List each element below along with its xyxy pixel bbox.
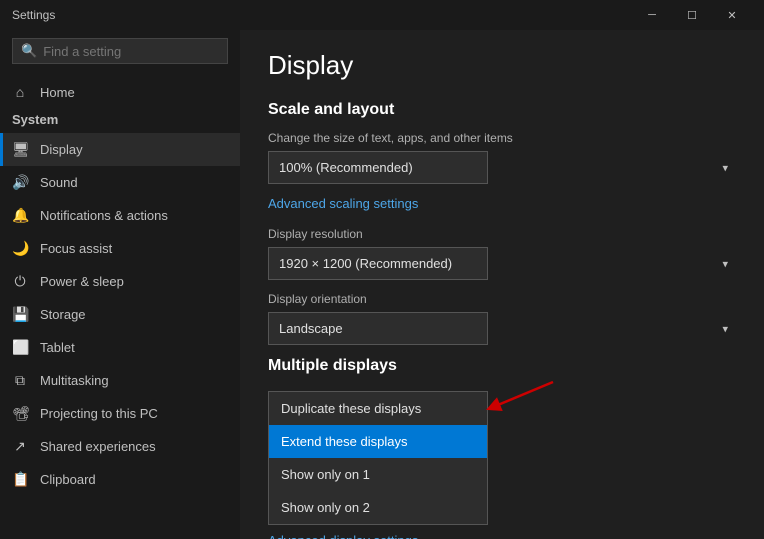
multiple-displays-title: Multiple displays — [268, 357, 736, 375]
orientation-dropdown-container: Landscape ▾ — [268, 312, 736, 345]
titlebar-title: Settings — [12, 8, 632, 22]
focus-icon: 🌙 — [12, 240, 28, 257]
sidebar-item-label: Display — [40, 142, 83, 157]
titlebar-controls: ─ ☐ ✕ — [632, 0, 752, 30]
sidebar-item-label: Focus assist — [40, 241, 112, 256]
sidebar-item-label: Tablet — [40, 340, 75, 355]
sidebar-item-label: Shared experiences — [40, 439, 156, 454]
scale-section-title: Scale and layout — [268, 101, 736, 119]
sidebar-item-notifications[interactable]: 🔔 Notifications & actions — [0, 199, 240, 232]
sidebar-item-label: Notifications & actions — [40, 208, 168, 223]
sidebar-item-label: Multitasking — [40, 373, 109, 388]
sidebar-item-clipboard[interactable]: 📋 Clipboard — [0, 463, 240, 496]
display-icon: 🖥 — [12, 141, 28, 158]
sidebar-item-focus[interactable]: 🌙 Focus assist — [0, 232, 240, 265]
home-icon: ⌂ — [12, 84, 28, 100]
multiple-displays-dropdown: Duplicate these displays Extend these di… — [268, 387, 488, 525]
content-area: Display Scale and layout Change the size… — [240, 30, 764, 539]
multitasking-icon: ⧉ — [12, 372, 28, 389]
search-input[interactable] — [43, 44, 219, 59]
page-title: Display — [268, 50, 736, 81]
resolution-dropdown[interactable]: 1920 × 1200 (Recommended) — [268, 247, 488, 280]
sidebar-item-tablet[interactable]: ⬜ Tablet — [0, 331, 240, 364]
orientation-label: Display orientation — [268, 292, 736, 306]
main-layout: 🔍 ⌂ Home System 🖥 Display 🔊 Sound 🔔 Noti… — [0, 30, 764, 539]
shared-icon: ↗ — [12, 438, 28, 455]
sidebar-item-label: Clipboard — [40, 472, 96, 487]
clipboard-icon: 📋 — [12, 471, 28, 488]
sidebar: 🔍 ⌂ Home System 🖥 Display 🔊 Sound 🔔 Noti… — [0, 30, 240, 539]
advanced-display-link[interactable]: Advanced display settings — [268, 533, 736, 539]
multiple-displays-option-duplicate[interactable]: Duplicate these displays — [269, 392, 487, 425]
sidebar-item-storage[interactable]: 💾 Storage — [0, 298, 240, 331]
sidebar-item-label: Sound — [40, 175, 78, 190]
multiple-displays-section: Multiple displays Duplicate these displa… — [268, 357, 736, 539]
sidebar-item-display[interactable]: 🖥 Display — [0, 133, 240, 166]
sidebar-item-sound[interactable]: 🔊 Sound — [0, 166, 240, 199]
sidebar-item-multitasking[interactable]: ⧉ Multitasking — [0, 364, 240, 397]
chevron-down-icon: ▾ — [722, 322, 728, 335]
sidebar-item-home[interactable]: ⌂ Home — [0, 76, 240, 108]
multiple-displays-list: Duplicate these displays Extend these di… — [268, 391, 488, 525]
multiple-displays-option-only2[interactable]: Show only on 2 — [269, 491, 487, 524]
search-icon: 🔍 — [21, 43, 37, 59]
maximize-button[interactable]: ☐ — [672, 0, 712, 30]
minimize-button[interactable]: ─ — [632, 0, 672, 30]
tablet-icon: ⬜ — [12, 339, 28, 356]
sidebar-item-label: Projecting to this PC — [40, 406, 158, 421]
sidebar-item-label: Storage — [40, 307, 86, 322]
projecting-icon: 📽 — [12, 405, 28, 422]
search-box[interactable]: 🔍 — [12, 38, 228, 64]
power-icon: ⏻ — [12, 273, 28, 290]
close-button[interactable]: ✕ — [712, 0, 752, 30]
sidebar-section-system: System — [0, 108, 240, 133]
sound-icon: 🔊 — [12, 174, 28, 191]
sidebar-item-shared[interactable]: ↗ Shared experiences — [0, 430, 240, 463]
multiple-displays-option-only1[interactable]: Show only on 1 — [269, 458, 487, 491]
sidebar-item-label: Home — [40, 85, 75, 100]
size-dropdown-container: 100% (Recommended) ▾ — [268, 151, 736, 184]
size-label: Change the size of text, apps, and other… — [268, 131, 736, 145]
orientation-dropdown[interactable]: Landscape — [268, 312, 488, 345]
resolution-dropdown-container: 1920 × 1200 (Recommended) ▾ — [268, 247, 736, 280]
advanced-scaling-link[interactable]: Advanced scaling settings — [268, 196, 418, 211]
size-dropdown[interactable]: 100% (Recommended) — [268, 151, 488, 184]
notifications-icon: 🔔 — [12, 207, 28, 224]
chevron-down-icon: ▾ — [722, 161, 728, 174]
red-arrow-indicator — [478, 377, 558, 417]
chevron-down-icon: ▾ — [722, 257, 728, 270]
storage-icon: 💾 — [12, 306, 28, 323]
titlebar: Settings ─ ☐ ✕ — [0, 0, 764, 30]
sidebar-item-power[interactable]: ⏻ Power & sleep — [0, 265, 240, 298]
sidebar-item-label: Power & sleep — [40, 274, 124, 289]
multiple-displays-option-extend[interactable]: Extend these displays — [269, 425, 487, 458]
sidebar-item-projecting[interactable]: 📽 Projecting to this PC — [0, 397, 240, 430]
resolution-label: Display resolution — [268, 227, 736, 241]
